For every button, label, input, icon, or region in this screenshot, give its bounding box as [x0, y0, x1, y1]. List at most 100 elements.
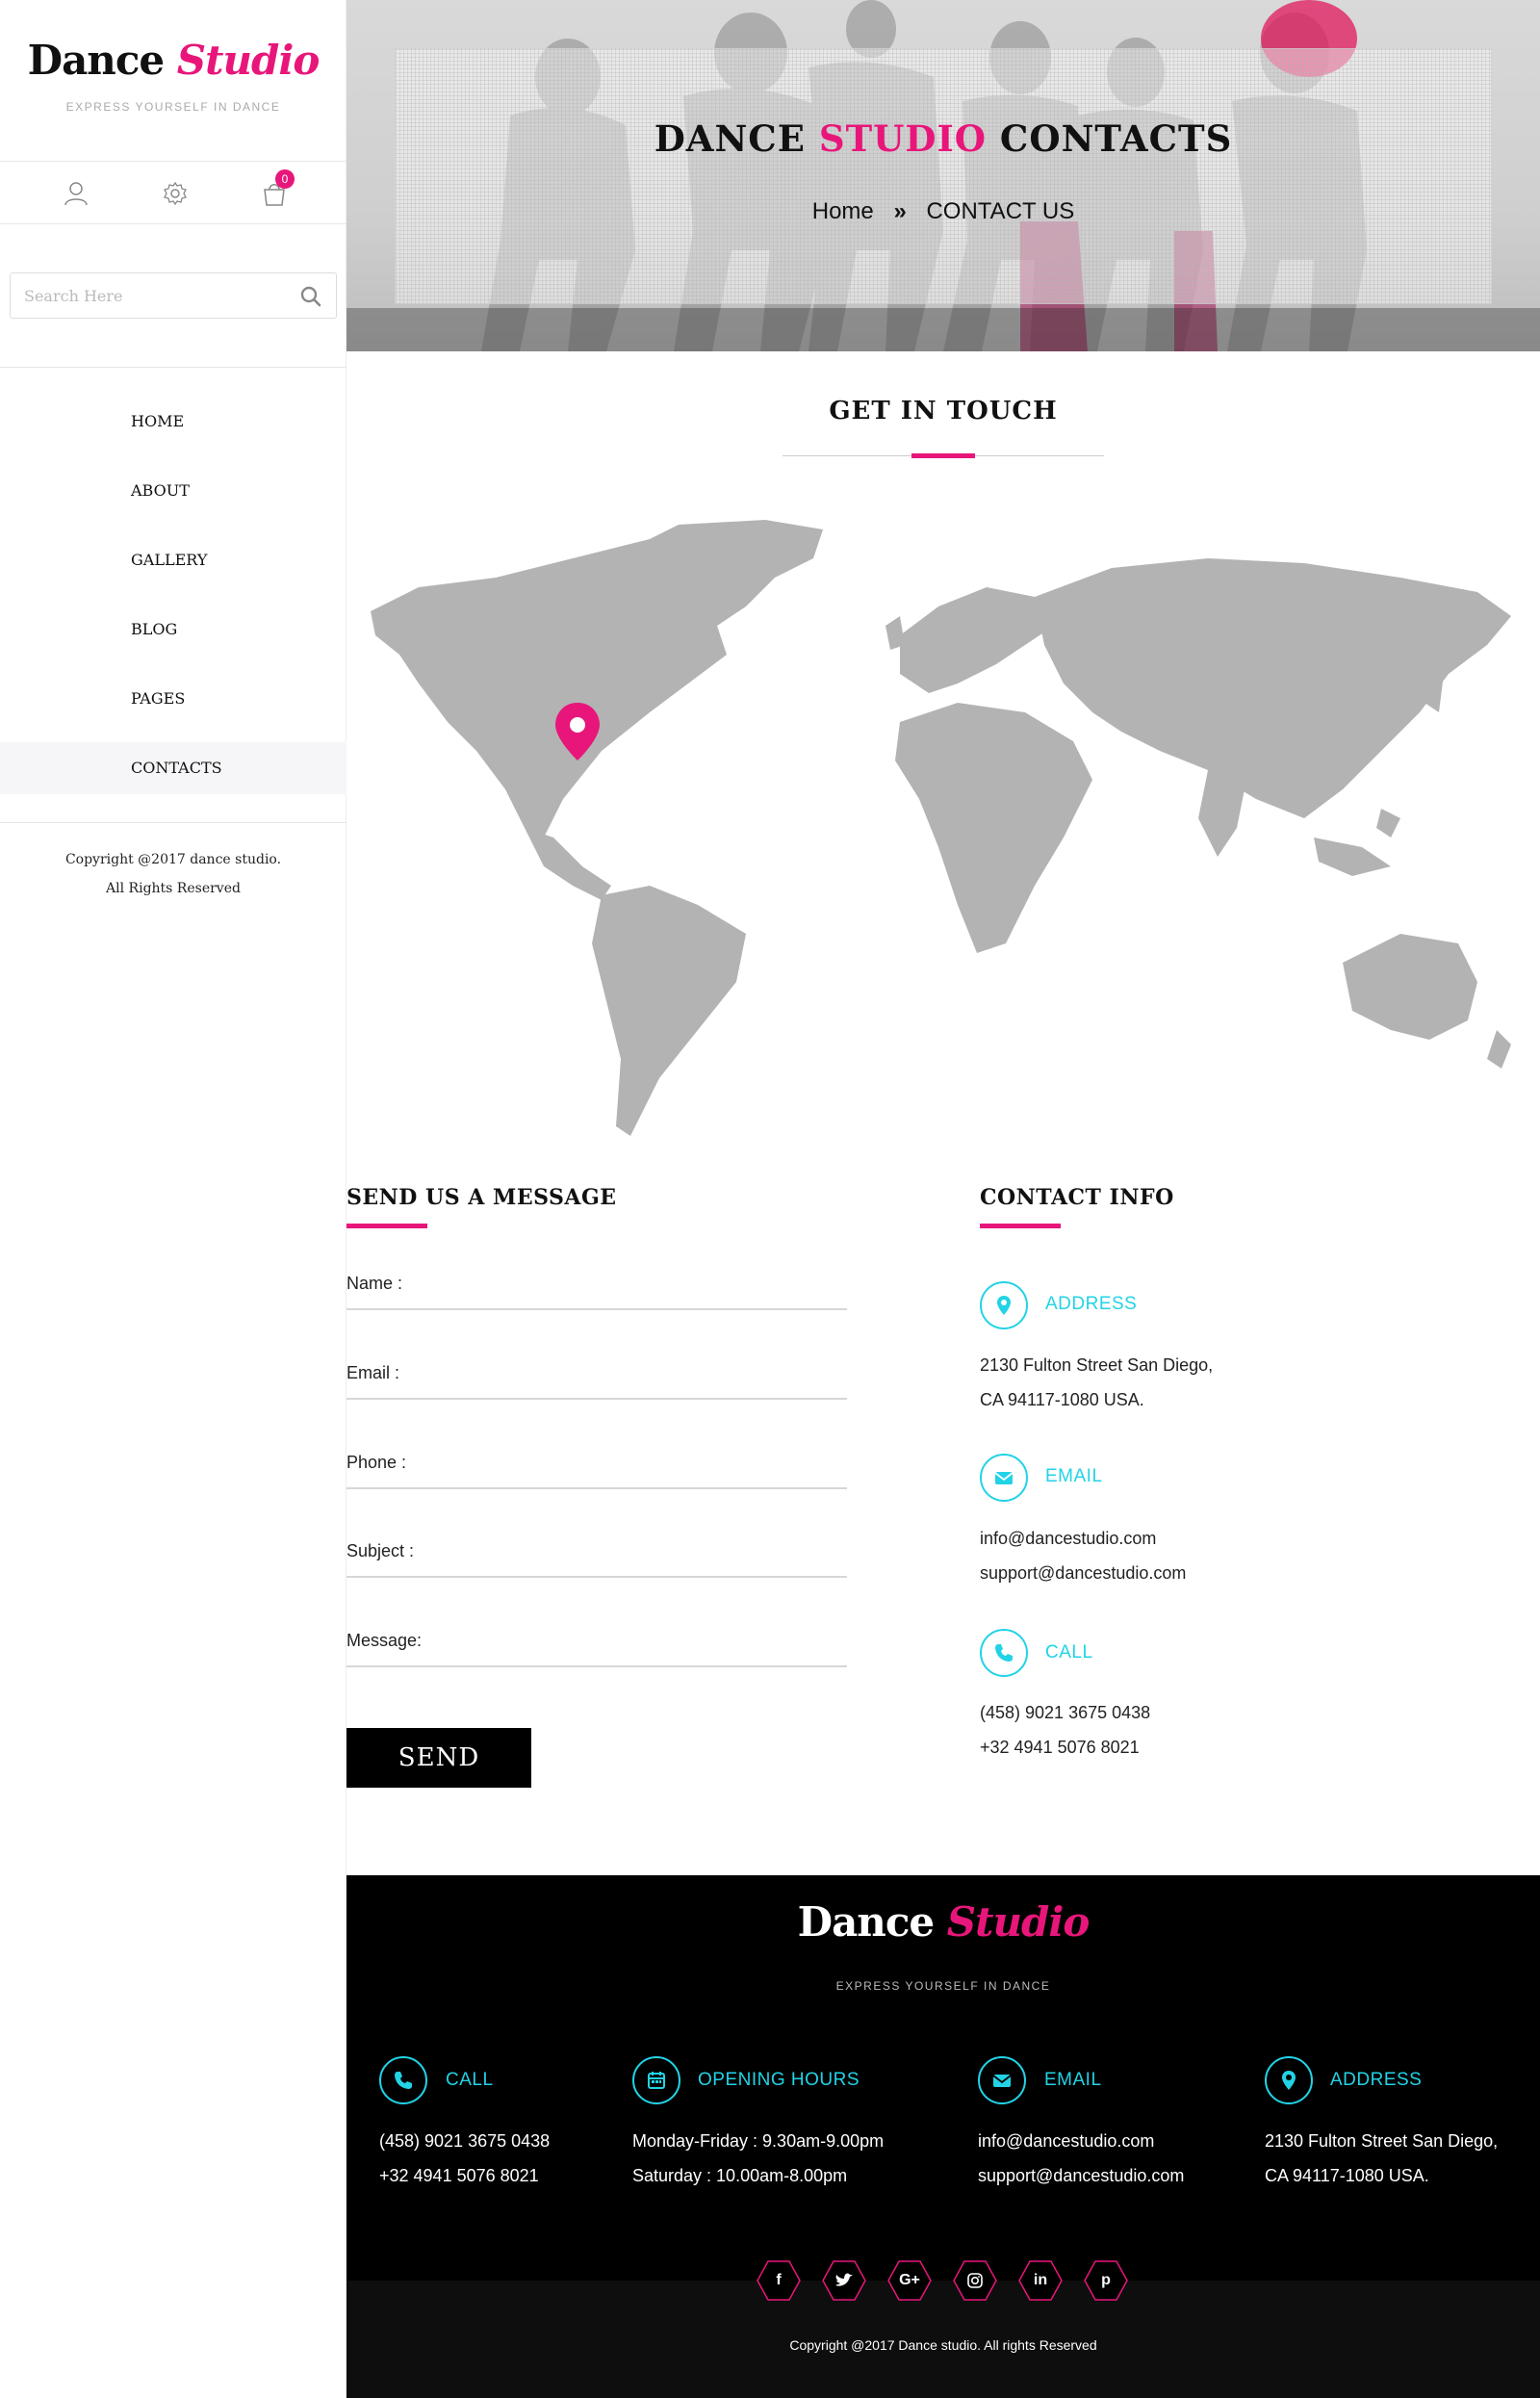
footer-address-text: 2130 Fulton Street San Diego, CA 94117-1… — [1265, 2124, 1498, 2193]
footer-email-line-2[interactable]: support@dancestudio.com — [978, 2158, 1184, 2193]
nav-item-home[interactable]: HOME — [0, 387, 346, 456]
facebook-icon: f — [776, 2272, 782, 2288]
email-line-1[interactable]: info@dancestudio.com — [980, 1521, 1186, 1556]
call-label: CALL — [1045, 1642, 1093, 1663]
footer-address-label: ADDRESS — [1330, 2070, 1423, 2090]
phone-input[interactable] — [443, 1445, 847, 1483]
footer-call-line-1[interactable]: (458) 9021 3675 0438 — [379, 2124, 550, 2158]
message-field-label: Message: — [346, 1631, 423, 1650]
subject-field-label: Subject : — [346, 1541, 415, 1560]
nav-item-contacts[interactable]: CONTACTS — [0, 742, 346, 794]
page-title: DANCE STUDIO CONTACTS — [346, 117, 1540, 160]
footer-call-line-2[interactable]: +32 4941 5076 8021 — [379, 2158, 550, 2193]
footer-call-text: (458) 9021 3675 0438 +32 4941 5076 8021 — [379, 2124, 550, 2193]
email-field: Email : — [346, 1354, 847, 1400]
email-field-label: Email : — [346, 1363, 400, 1382]
email-input[interactable] — [443, 1355, 847, 1394]
footer-hours-label: OPENING HOURS — [698, 2070, 860, 2090]
hexagon-frame — [822, 2260, 866, 2301]
pinterest-button[interactable]: p — [1084, 2260, 1128, 2301]
footer-hours-line-2: Saturday : 10.00am-8.00pm — [632, 2166, 848, 2185]
address-line-1: 2130 Fulton Street San Diego, — [980, 1355, 1214, 1375]
page-title-part-3: CONTACTS — [999, 117, 1233, 160]
call-icon-circle — [980, 1629, 1028, 1677]
linkedin-icon: in — [1033, 2272, 1048, 2288]
brand-word-2: Studio — [176, 37, 321, 84]
pinterest-icon: p — [1101, 2272, 1111, 2288]
send-message-accent-bar — [346, 1224, 427, 1228]
phone-icon — [995, 1644, 1013, 1662]
main-nav: HOME ABOUT GALLERY BLOG PAGES CONTACTS — [0, 387, 346, 803]
title-accent-bar — [911, 453, 975, 458]
nav-item-blog[interactable]: BLOG — [0, 595, 346, 664]
send-message-title: SEND US A MESSAGE — [346, 1185, 617, 1210]
gear-icon[interactable] — [161, 179, 190, 208]
hexagon-frame — [953, 2260, 997, 2301]
map-marker-icon — [997, 1296, 1011, 1315]
email-line-2[interactable]: support@dancestudio.com — [980, 1556, 1186, 1590]
search-input[interactable] — [24, 273, 284, 318]
linkedin-button[interactable]: in — [1018, 2260, 1063, 2301]
footer-hours-line-1: Monday-Friday : 9.30am-9.00pm — [632, 2131, 885, 2151]
facebook-button[interactable]: f — [757, 2260, 801, 2301]
name-input[interactable] — [443, 1266, 847, 1304]
message-field: Message: — [346, 1621, 847, 1667]
envelope-icon — [994, 1472, 1014, 1484]
footer-email-label: EMAIL — [1044, 2070, 1102, 2090]
call-line-1[interactable]: (458) 9021 3675 0438 — [980, 1695, 1150, 1730]
address-line-2: CA 94117-1080 USA. — [980, 1390, 1144, 1409]
footer-call-label: CALL — [446, 2070, 494, 2090]
breadcrumb: Home » CONTACT US — [346, 198, 1540, 225]
contact-info-title: CONTACT INFO — [980, 1185, 1174, 1210]
nav-item-pages[interactable]: PAGES — [0, 664, 346, 734]
footer-address-line-1: 2130 Fulton Street San Diego, — [1265, 2131, 1499, 2151]
address-icon-circle — [980, 1281, 1028, 1329]
footer-address-line-2: CA 94117-1080 USA. — [1265, 2166, 1429, 2185]
page-title-part-1: DANCE — [654, 117, 806, 160]
search-icon[interactable] — [299, 285, 322, 308]
footer-address-icon-circle — [1265, 2056, 1313, 2104]
world-map — [371, 520, 1511, 1136]
brand-logo[interactable]: Dance Studio — [0, 37, 346, 84]
instagram-button[interactable] — [953, 2260, 997, 2301]
brand-word-1: Dance — [27, 37, 165, 84]
footer-logo[interactable]: Dance Studio — [346, 1898, 1540, 1946]
subject-input[interactable] — [443, 1534, 847, 1572]
footer-email-line-1[interactable]: info@dancestudio.com — [978, 2124, 1184, 2158]
footer-brand-word-2: Studio — [946, 1898, 1091, 1946]
nav-item-gallery[interactable]: GALLERY — [0, 526, 346, 595]
footer-hours-text: Monday-Friday : 9.30am-9.00pm Saturday :… — [632, 2124, 884, 2193]
breadcrumb-current: CONTACT US — [926, 198, 1075, 224]
user-icon[interactable] — [62, 179, 90, 208]
brand-tagline: EXPRESS YOURSELF IN DANCE — [65, 100, 281, 114]
footer-email-text: info@dancestudio.com support@dancestudio… — [978, 2124, 1184, 2193]
hero-overlay — [395, 48, 1492, 304]
phone-field-label: Phone : — [346, 1453, 407, 1472]
name-field-label: Name : — [346, 1274, 403, 1293]
sidebar-copyright-line1: Copyright @2017 dance studio. — [64, 852, 282, 867]
address-text: 2130 Fulton Street San Diego, CA 94117-1… — [980, 1348, 1213, 1417]
send-button[interactable]: SEND — [346, 1728, 531, 1788]
hero-banner: DANCE STUDIO CONTACTS Home » CONTACT US — [346, 0, 1540, 351]
phone-icon — [395, 2072, 412, 2089]
footer-email-icon-circle — [978, 2056, 1026, 2104]
cart-count-badge: 0 — [275, 169, 295, 189]
google-plus-icon: G+ — [899, 2272, 920, 2288]
divider — [0, 822, 346, 823]
nav-item-about[interactable]: ABOUT — [0, 456, 346, 526]
call-text: (458) 9021 3675 0438 +32 4941 5076 8021 — [980, 1695, 1150, 1765]
message-textarea[interactable] — [443, 1623, 847, 1662]
google-plus-button[interactable]: G+ — [887, 2260, 932, 2301]
account-toolbar — [0, 162, 346, 223]
page-title-part-2: STUDIO — [818, 117, 987, 160]
twitter-button[interactable] — [822, 2260, 866, 2301]
breadcrumb-home-link[interactable]: Home — [812, 198, 874, 224]
get-in-touch-title: GET IN TOUCH — [829, 397, 1058, 425]
search-box — [10, 272, 337, 319]
address-label: ADDRESS — [1045, 1294, 1138, 1314]
contact-info-accent-bar — [980, 1224, 1061, 1228]
envelope-icon — [992, 2075, 1012, 2087]
call-line-2[interactable]: +32 4941 5076 8021 — [980, 1730, 1150, 1765]
sidebar-copyright: Copyright @2017 dance studio. All Rights… — [0, 845, 346, 903]
double-chevron-right-icon: » — [893, 198, 907, 224]
